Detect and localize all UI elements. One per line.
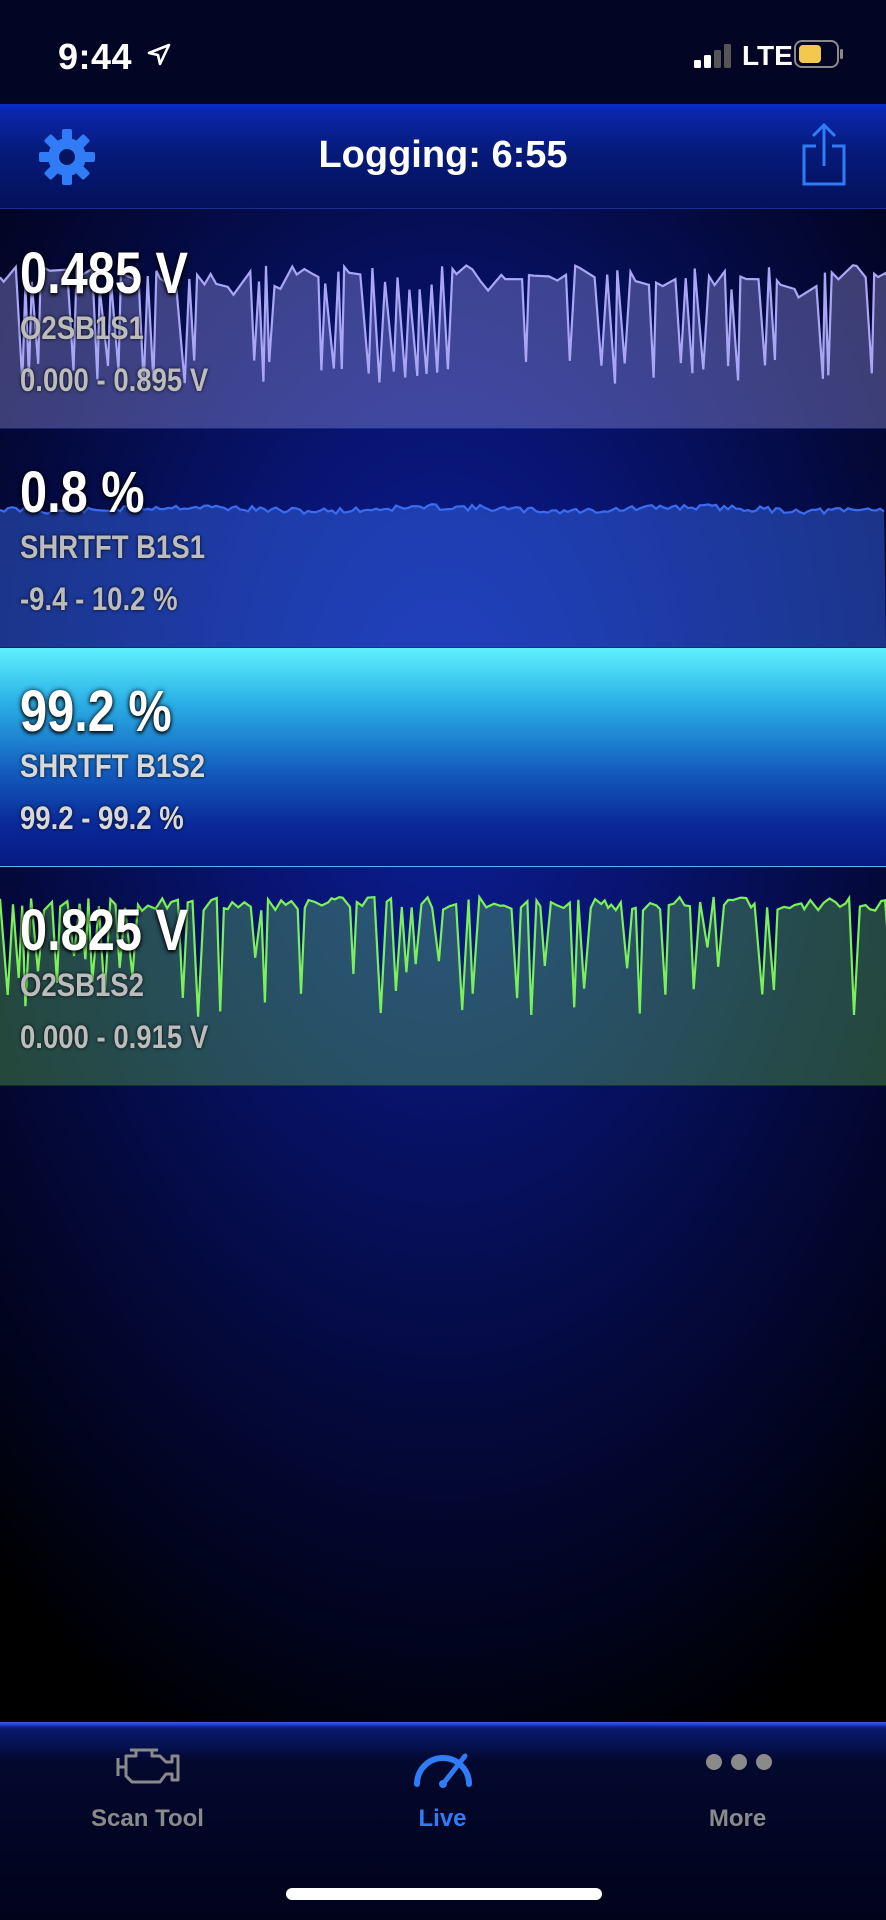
app-screen: 9:44 LTE Logging: 6:55 0.485 V O2SB1S1 0… — [0, 0, 886, 1920]
tab-label: Live — [418, 1805, 467, 1832]
gauge-name: O2SB1S2 — [20, 967, 144, 1003]
share-icon[interactable] — [800, 122, 848, 188]
tab-more[interactable]: More — [590, 1722, 885, 1852]
location-arrow-icon — [147, 43, 171, 66]
gauge-row-o2sb1s1[interactable]: 0.485 V O2SB1S1 0.000 - 0.895 V — [0, 210, 886, 429]
gauge-range: -9.4 - 10.2 % — [20, 581, 178, 617]
gauge-range: 0.000 - 0.895 V — [20, 362, 209, 398]
gauge-value: 0.8 % — [20, 460, 145, 525]
tab-label: Scan Tool — [91, 1805, 204, 1832]
signal-icon — [694, 44, 731, 68]
gauge-value: 99.2 % — [20, 679, 172, 744]
gauge-value: 0.485 V — [20, 241, 188, 306]
home-indicator — [286, 1888, 602, 1900]
tab-scan-tool[interactable]: Scan Tool — [0, 1722, 295, 1852]
gauge-value: 0.825 V — [20, 898, 188, 963]
speedometer-icon — [414, 1753, 472, 1788]
gauge-range: 0.000 - 0.915 V — [20, 1019, 209, 1055]
tab-label: More — [708, 1805, 767, 1832]
gauge-row-shrtft-b1s2[interactable]: 99.2 % SHRTFT B1S2 99.2 - 99.2 % — [0, 648, 886, 867]
more-icon — [706, 1754, 772, 1770]
gauge-row-o2sb1s2[interactable]: 0.825 V O2SB1S2 0.000 - 0.915 V — [0, 867, 886, 1086]
page-title: Logging: 6:55 — [318, 134, 568, 176]
engine-icon — [116, 1748, 180, 1784]
gauge-range: 99.2 - 99.2 % — [20, 800, 184, 836]
status-time: 9:44 — [58, 36, 133, 77]
status-bar: 9:44 LTE — [0, 0, 886, 104]
gauge-name: SHRTFT B1S2 — [20, 748, 206, 784]
gauge-name: O2SB1S1 — [20, 310, 144, 346]
tab-live[interactable]: Live — [295, 1722, 590, 1852]
gauge-row-shrtft-b1s1[interactable]: 0.8 % SHRTFT B1S1 -9.4 - 10.2 % — [0, 429, 886, 648]
gauge-name: SHRTFT B1S1 — [20, 529, 206, 565]
carrier-label: LTE — [742, 40, 793, 71]
battery-icon — [794, 40, 843, 68]
